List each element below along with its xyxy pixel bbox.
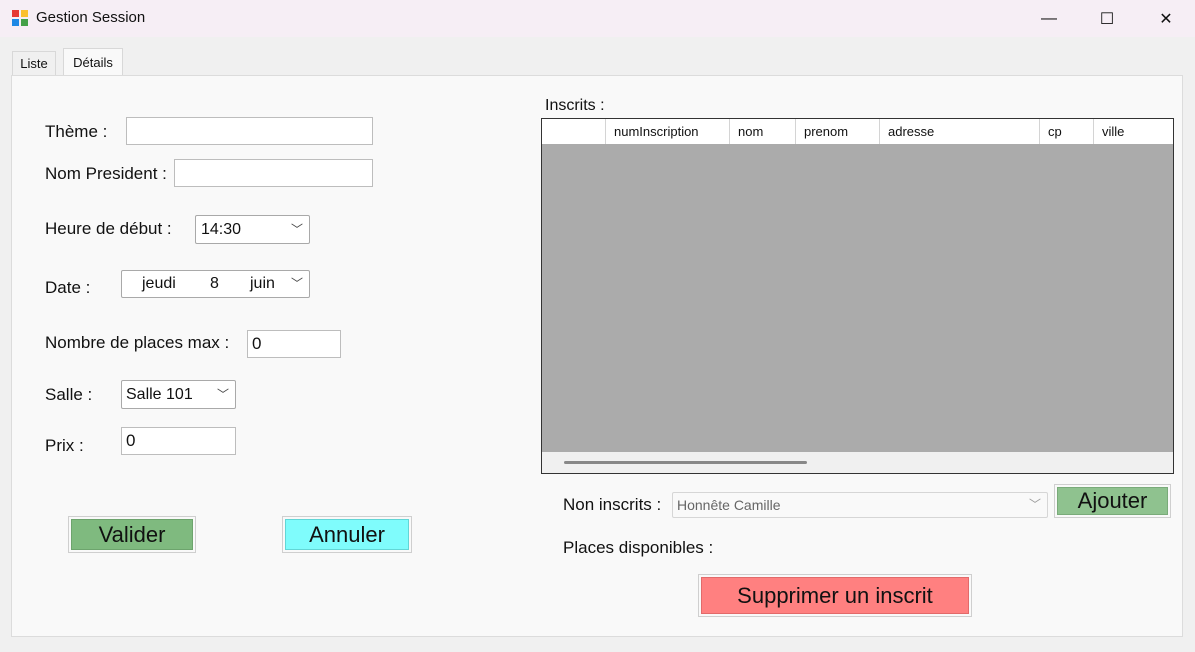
- minimize-icon: —: [1041, 9, 1057, 27]
- supprimer-inscrit-button[interactable]: Supprimer un inscrit: [698, 574, 972, 617]
- maximize-icon: ☐: [1099, 10, 1115, 28]
- salle-value: Salle 101: [126, 385, 193, 403]
- valider-button[interactable]: Valider: [68, 516, 196, 553]
- column-header-nom[interactable]: nom: [730, 119, 796, 144]
- date-day: 8: [210, 275, 219, 292]
- prix-label: Prix :: [45, 436, 84, 455]
- column-header-adresse[interactable]: adresse: [880, 119, 1040, 144]
- column-header-numinscription[interactable]: numInscription: [606, 119, 730, 144]
- scrollbar-thumb[interactable]: [564, 461, 807, 464]
- chevron-down-icon: ﹀: [1028, 497, 1041, 512]
- non-inscrits-select[interactable]: Honnête Camille ﹀: [672, 492, 1048, 518]
- close-icon: ✕: [1159, 10, 1173, 28]
- column-header-cp[interactable]: cp: [1040, 119, 1094, 144]
- non-inscrits-label: Non inscrits :: [563, 495, 662, 514]
- minimize-button[interactable]: —: [1020, 0, 1078, 37]
- supprimer-label: Supprimer un inscrit: [701, 577, 969, 614]
- tab-details[interactable]: Détails: [63, 48, 123, 76]
- annuler-button[interactable]: Annuler: [282, 516, 412, 553]
- title-bar: [0, 0, 1195, 37]
- date-picker[interactable]: jeudi 8 juin ﹀: [121, 270, 310, 298]
- tab-liste-label: Liste: [20, 56, 48, 71]
- annuler-label: Annuler: [285, 519, 409, 550]
- grid-header: numInscription nom prenom adresse cp vil…: [542, 119, 1173, 144]
- chevron-down-icon: ﹀: [216, 387, 229, 402]
- app-icon: [11, 9, 29, 27]
- column-header-ville[interactable]: ville: [1094, 119, 1173, 144]
- president-label: Nom President :: [45, 164, 167, 183]
- chevron-down-icon: ﹀: [290, 276, 303, 291]
- theme-input[interactable]: [126, 117, 373, 145]
- date-weekday: jeudi: [142, 275, 176, 292]
- heure-value: 14:30: [201, 220, 242, 238]
- places-max-label: Nombre de places max :: [45, 333, 230, 352]
- valider-label: Valider: [71, 519, 193, 550]
- inscrits-grid[interactable]: numInscription nom prenom adresse cp vil…: [541, 118, 1174, 474]
- horizontal-scrollbar[interactable]: [542, 452, 1173, 473]
- date-month: juin: [250, 275, 275, 292]
- theme-label: Thème :: [45, 122, 108, 141]
- maximize-button[interactable]: ☐: [1078, 0, 1136, 37]
- window-title: Gestion Session: [36, 9, 146, 26]
- chevron-down-icon: ﹀: [290, 222, 303, 237]
- non-inscrits-value: Honnête Camille: [677, 497, 781, 513]
- salle-select[interactable]: Salle 101 ﹀: [121, 380, 236, 409]
- column-header-prenom[interactable]: prenom: [796, 119, 880, 144]
- inscrits-label: Inscrits :: [545, 97, 605, 114]
- ajouter-label: Ajouter: [1057, 487, 1168, 515]
- prix-input[interactable]: 0: [121, 427, 236, 455]
- date-label: Date :: [45, 278, 91, 297]
- close-button[interactable]: ✕: [1137, 0, 1195, 37]
- president-input[interactable]: [174, 159, 373, 187]
- places-max-input[interactable]: 0: [247, 330, 341, 358]
- tab-bar: [0, 37, 1195, 77]
- heure-select[interactable]: 14:30 ﹀: [195, 215, 310, 244]
- column-header-row-selector[interactable]: [542, 119, 606, 144]
- tab-details-label: Détails: [73, 55, 113, 70]
- ajouter-button[interactable]: Ajouter: [1054, 484, 1171, 518]
- salle-label: Salle :: [45, 385, 93, 404]
- heure-label: Heure de début :: [45, 219, 172, 238]
- places-disponibles-label: Places disponibles :: [563, 538, 714, 557]
- tab-liste[interactable]: Liste: [12, 51, 56, 75]
